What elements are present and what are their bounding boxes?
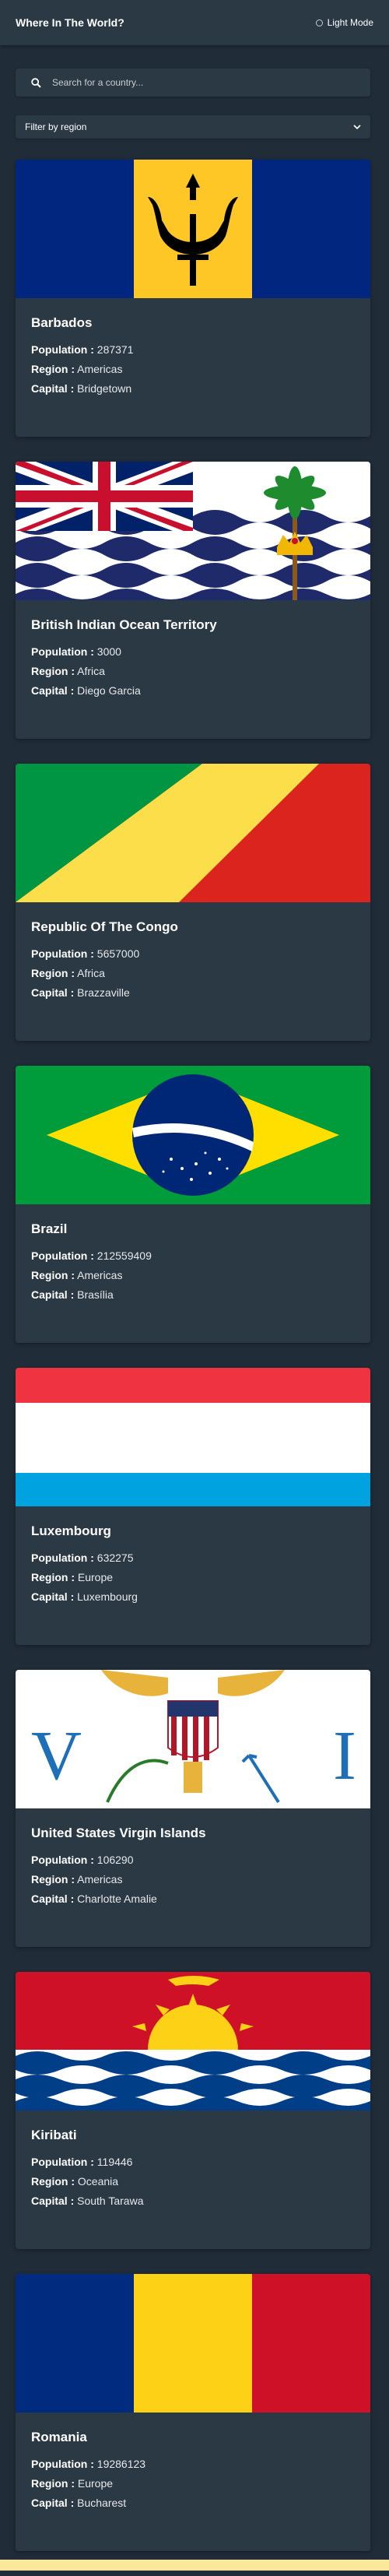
country-card[interactable]: Brazil Population : 212559409 Region : A… — [16, 1066, 370, 1343]
region-filter-label: Filter by region — [25, 121, 87, 132]
country-list: Barbados Population : 287371 Region : Am… — [16, 160, 370, 2576]
usvi-flag-image: V I — [16, 1670, 370, 1808]
country-card[interactable]: Luxembourg Population : 632275 Region : … — [16, 1368, 370, 1645]
theme-toggle-label: Light Mode — [327, 17, 373, 28]
chevron-down-icon — [353, 124, 361, 129]
search-icon — [31, 77, 41, 88]
region-value: Africa — [77, 665, 105, 677]
population-row: Population : 119446 — [31, 2156, 133, 2168]
capital-row: Capital : Brazzaville — [31, 986, 130, 999]
capital-value: Bucharest — [77, 2497, 127, 2509]
barbados-flag-image — [16, 160, 370, 298]
country-name: Republic Of The Congo — [31, 919, 178, 934]
country-name: Brazil — [31, 1221, 68, 1236]
theme-toggle-button[interactable]: Light Mode — [315, 17, 373, 28]
capital-row: Capital : Bridgetown — [31, 382, 132, 395]
app-title: Where In The World? — [16, 16, 124, 29]
romania-flag-image — [16, 2274, 370, 2413]
population-value: 5657000 — [96, 947, 140, 960]
population-value: 632275 — [96, 1552, 134, 1564]
next-card-flag-edge — [0, 2560, 389, 2571]
capital-row: Capital : Luxembourg — [31, 1590, 138, 1603]
region-value: Africa — [77, 967, 105, 979]
region-row: Region : Africa — [31, 967, 105, 979]
region-value: Europe — [77, 1571, 114, 1583]
region-filter-select[interactable]: Filter by region — [16, 115, 370, 139]
capital-value: Brasília — [77, 1288, 114, 1301]
country-name: United States Virgin Islands — [31, 1826, 206, 1840]
region-value: Americas — [77, 1269, 123, 1281]
moon-icon — [315, 19, 323, 26]
capital-value: South Tarawa — [77, 2195, 144, 2207]
kiribati-flag-image — [16, 1972, 370, 2110]
biot-flag-image — [16, 462, 370, 600]
brazil-flag-image — [16, 1066, 370, 1204]
congo-flag-image — [16, 764, 370, 902]
country-name: Romania — [31, 2430, 87, 2444]
region-value: Americas — [77, 1873, 123, 1885]
capital-row: Capital : Brasília — [31, 1288, 114, 1301]
region-row: Region : Europe — [31, 1571, 114, 1583]
capital-value: Diego Garcia — [77, 684, 141, 697]
capital-value: Bridgetown — [77, 382, 132, 395]
population-value: 3000 — [96, 645, 121, 658]
population-value: 287371 — [96, 343, 134, 356]
search-box[interactable] — [16, 69, 370, 97]
capital-value: Brazzaville — [77, 986, 130, 999]
population-row: Population : 5657000 — [31, 947, 140, 960]
region-row: Region : Oceania — [31, 2175, 119, 2188]
capital-row: Capital : Bucharest — [31, 2497, 127, 2509]
population-value: 212559409 — [96, 1249, 152, 1262]
region-row: Region : Americas — [31, 1873, 123, 1885]
population-row: Population : 632275 — [31, 1552, 134, 1564]
region-row: Region : Europe — [31, 2477, 114, 2490]
country-card[interactable]: Romania Population : 19286123 Region : E… — [16, 2274, 370, 2551]
svg-text:V: V — [31, 1717, 82, 1794]
population-value: 19286123 — [96, 2458, 146, 2470]
region-row: Region : Africa — [31, 665, 105, 677]
region-row: Region : Americas — [31, 1269, 123, 1281]
region-value: Oceania — [77, 2175, 119, 2188]
country-card[interactable]: Barbados Population : 287371 Region : Am… — [16, 160, 370, 437]
svg-text:I: I — [333, 1717, 356, 1794]
capital-value: Luxembourg — [77, 1590, 138, 1603]
population-row: Population : 3000 — [31, 645, 121, 658]
population-row: Population : 19286123 — [31, 2458, 146, 2470]
region-value: Europe — [77, 2477, 114, 2490]
country-card[interactable]: Republic Of The Congo Population : 56570… — [16, 764, 370, 1041]
search-input[interactable] — [51, 76, 349, 89]
country-name: Kiribati — [31, 2128, 77, 2142]
country-name: Luxembourg — [31, 1523, 111, 1538]
population-value: 119446 — [96, 2156, 133, 2168]
capital-value: Charlotte Amalie — [77, 1892, 157, 1905]
country-card[interactable]: British Indian Ocean Territory Populatio… — [16, 462, 370, 739]
capital-row: Capital : Charlotte Amalie — [31, 1892, 157, 1905]
luxembourg-flag-image — [16, 1368, 370, 1506]
capital-row: Capital : Diego Garcia — [31, 684, 141, 697]
country-name: British Indian Ocean Territory — [31, 617, 217, 632]
region-value: Americas — [77, 363, 123, 375]
region-row: Region : Americas — [31, 363, 123, 375]
population-row: Population : 106290 — [31, 1854, 134, 1866]
population-row: Population : 287371 — [31, 343, 134, 356]
country-card[interactable]: Kiribati Population : 119446 Region : Oc… — [16, 1972, 370, 2249]
capital-row: Capital : South Tarawa — [31, 2195, 144, 2207]
population-row: Population : 212559409 — [31, 1249, 152, 1262]
top-header: Where In The World? Light Mode — [0, 0, 389, 45]
country-name: Barbados — [31, 315, 93, 330]
population-value: 106290 — [96, 1854, 134, 1866]
country-card[interactable]: V I United States Virgin Islands Populat… — [16, 1670, 370, 1947]
